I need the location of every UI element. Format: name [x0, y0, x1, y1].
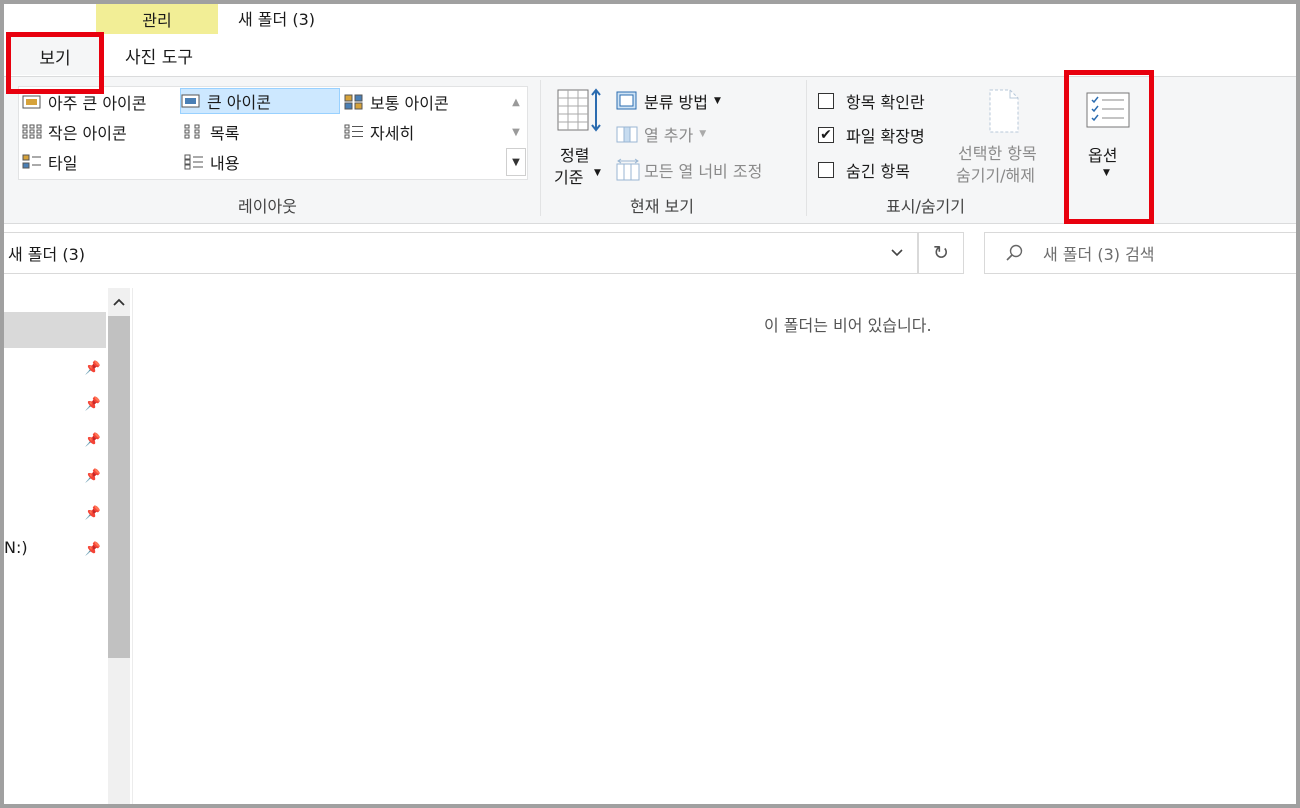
size-columns-icon	[616, 158, 640, 181]
layout-item-large[interactable]: 큰 아이콘	[180, 88, 340, 114]
file-extensions-checkbox[interactable]: ✔	[818, 127, 834, 143]
group-by-label: 분류 방법	[644, 93, 708, 112]
nav-item-drive[interactable]: N:)	[4, 538, 28, 557]
empty-folder-message: 이 폴더는 비어 있습니다.	[764, 316, 932, 335]
address-bar[interactable]: 새 폴더 (3)	[4, 232, 918, 274]
list-view-icon	[184, 124, 200, 139]
pin-icon[interactable]: 📌	[84, 504, 102, 522]
pin-icon[interactable]: 📌	[84, 395, 102, 413]
hide-selected-items-button[interactable]: 선택한 항목 숨기기/해제	[954, 88, 1058, 188]
layout-item-label: 보통 아이콘	[370, 94, 449, 113]
search-placeholder: 새 폴더 (3) 검색	[1043, 245, 1155, 264]
details-view-icon	[344, 124, 363, 139]
hidden-items-toggle[interactable]: 숨긴 항목	[818, 158, 910, 182]
refresh-button[interactable]: ↻	[918, 232, 964, 274]
file-extensions-toggle[interactable]: ✔ 파일 확장명	[818, 123, 925, 147]
chevron-down-icon: ▼	[713, 96, 721, 106]
pin-icon[interactable]: 📌	[84, 431, 102, 449]
medium-icons-icon	[344, 94, 363, 110]
group-label-layout: 레이아웃	[238, 197, 297, 216]
address-history-button[interactable]	[876, 232, 918, 274]
hide-selected-label-line2: 숨기기/해제	[956, 166, 1035, 185]
add-columns-icon	[616, 126, 638, 143]
layout-item-label: 목록	[210, 124, 240, 143]
pin-icon[interactable]: 📌	[84, 359, 102, 377]
size-all-columns-label: 모든 열 너비 조정	[644, 162, 763, 181]
layout-item-label: 작은 아이콘	[48, 124, 127, 143]
content-view-icon	[184, 154, 203, 170]
layout-item-content[interactable]: 내용	[184, 149, 239, 175]
hidden-items-checkbox[interactable]	[818, 162, 834, 178]
group-by-icon	[616, 91, 637, 110]
refresh-icon: ↻	[933, 242, 949, 264]
tiles-view-icon	[22, 154, 41, 169]
nav-scrollbar-thumb[interactable]	[108, 316, 130, 658]
hidden-items-label: 숨긴 항목	[846, 162, 910, 181]
layout-item-label: 자세히	[370, 124, 415, 143]
pin-icon[interactable]: 📌	[84, 467, 102, 485]
pane-divider	[132, 288, 133, 808]
gallery-expand-button[interactable]: ▼	[506, 148, 526, 176]
layout-item-medium[interactable]: 보통 아이콘	[344, 89, 449, 115]
layout-item-details[interactable]: 자세히	[344, 119, 414, 145]
item-checkboxes-label: 항목 확인란	[846, 93, 925, 112]
pin-icon[interactable]: 📌	[84, 540, 102, 558]
group-label-current-view: 현재 보기	[630, 197, 694, 216]
layout-item-label: 타일	[48, 154, 78, 173]
group-by-button[interactable]: 분류 방법 ▼	[616, 89, 721, 113]
highlight-box-view-tab	[6, 32, 104, 94]
hide-selected-icon	[989, 89, 1019, 133]
add-columns-button[interactable]: 열 추가 ▼	[616, 122, 706, 146]
group-separator	[806, 80, 807, 216]
group-label-show-hide: 표시/숨기기	[886, 197, 965, 216]
nav-scroll-up-button[interactable]	[108, 288, 130, 316]
extra-large-icons-icon	[22, 95, 41, 109]
context-tab-manage: 관리	[96, 4, 218, 34]
gallery-scroll-down-button[interactable]: ▼	[506, 118, 526, 146]
window-title: 새 폴더 (3)	[238, 10, 315, 29]
layout-item-list[interactable]: 목록	[184, 119, 239, 145]
layout-item-label: 큰 아이콘	[207, 93, 271, 112]
layout-item-small[interactable]: 작은 아이콘	[22, 119, 127, 145]
chevron-down-icon	[891, 249, 903, 257]
size-all-columns-button[interactable]: 모든 열 너비 조정	[616, 157, 762, 183]
search-icon	[1006, 244, 1023, 261]
chevron-down-icon: ▼	[594, 168, 601, 178]
sort-by-button[interactable]: 정렬 기준 ▼	[554, 86, 602, 187]
highlight-box-options	[1064, 70, 1154, 224]
group-separator	[540, 80, 541, 216]
large-icons-icon	[181, 94, 200, 108]
item-checkboxes-checkbox[interactable]	[818, 93, 834, 109]
address-path: 새 폴더 (3)	[8, 245, 85, 264]
item-checkboxes-toggle[interactable]: 항목 확인란	[818, 89, 925, 113]
chevron-down-icon: ▼	[699, 129, 707, 139]
add-columns-label: 열 추가	[644, 126, 694, 145]
tab-photo-tools[interactable]: 사진 도구	[100, 36, 218, 74]
nav-item-selected[interactable]	[4, 312, 106, 348]
small-icons-icon	[22, 124, 42, 139]
layout-item-tiles[interactable]: 타일	[22, 149, 77, 175]
checkmark-icon: ✔	[820, 127, 832, 143]
layout-item-label: 내용	[210, 154, 240, 173]
sort-by-label-line2: 기준	[554, 168, 584, 187]
hide-selected-label-line1: 선택한 항목	[958, 144, 1037, 163]
sort-by-label-line1: 정렬	[560, 146, 590, 165]
search-box[interactable]: 새 폴더 (3) 검색	[984, 232, 1296, 274]
sort-by-icon	[557, 88, 601, 132]
gallery-scroll-up-button[interactable]: ▲	[506, 88, 526, 116]
chevron-up-icon	[113, 298, 125, 306]
file-extensions-label: 파일 확장명	[846, 127, 925, 146]
